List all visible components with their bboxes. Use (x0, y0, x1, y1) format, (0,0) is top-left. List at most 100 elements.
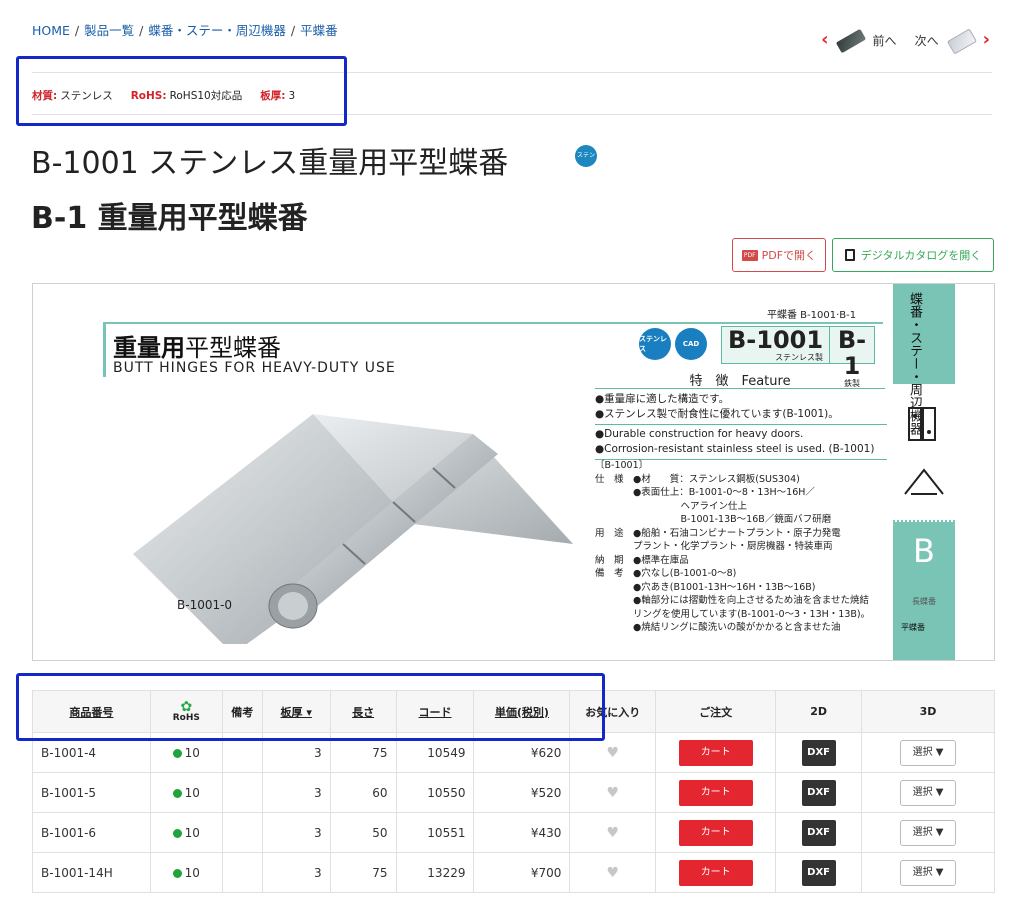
col-order: ご注文 (655, 690, 777, 733)
cell-3d: 選択 ▼ (861, 732, 995, 773)
cell-code: 10551 (395, 812, 475, 853)
cell-code: 13229 (395, 852, 475, 893)
3d-select-dropdown[interactable]: 選択 ▼ (900, 779, 957, 806)
heart-icon[interactable]: ♥ (607, 785, 620, 801)
breadcrumb-hinges[interactable]: 蝶番・ステー・周辺機器 (148, 23, 286, 38)
heart-icon[interactable]: ♥ (607, 825, 620, 841)
side-letter-b: B (913, 532, 935, 570)
cell-favorite: ♥ (569, 852, 657, 893)
cell-3d: 選択 ▼ (861, 812, 995, 853)
cell-2d: DXF (775, 852, 863, 893)
model-box-b1: B-1 鉄製 (829, 326, 875, 388)
heart-icon[interactable]: ♥ (607, 745, 620, 761)
col-2d: 2D (775, 690, 863, 733)
cell-rohs: 10 (149, 812, 223, 853)
cell-thickness: 3 (261, 812, 331, 853)
cell-price: ¥430 (473, 812, 571, 853)
cell-length: 75 (329, 852, 397, 893)
page-title: B-1001 ステンレス重量用平型蝶番 (31, 146, 509, 181)
dxf-download-button[interactable]: DXF (801, 859, 836, 886)
prev-product-thumbnail[interactable] (834, 28, 868, 52)
table-row: B-1001-5 10 3 60 10550 ¥520 ♥ カート DXF 選択… (32, 772, 995, 813)
cell-order: カート (655, 852, 777, 893)
cell-3d: 選択 ▼ (861, 772, 995, 813)
breadcrumb: HOME / 製品一覧 / 蝶番・ステー・周辺機器 / 平蝶番 (32, 23, 338, 38)
dxf-download-button[interactable]: DXF (801, 779, 836, 806)
cart-button[interactable]: カート (678, 819, 753, 846)
cell-2d: DXF (775, 812, 863, 853)
cell-price: ¥520 (473, 772, 571, 813)
cad-icon: CAD (675, 328, 707, 360)
cell-3d: 選択 ▼ (861, 852, 995, 893)
highlight-box-table-header (16, 673, 605, 741)
catalog-spec-text: 〔B-1001〕 仕 様 ●材 質：ステンレス鋼板(SUS304) ●表面仕上：… (595, 460, 871, 633)
highlight-box-specs (16, 56, 347, 126)
cell-price: ¥700 (473, 852, 571, 893)
cell-note (221, 852, 263, 893)
cell-length: 60 (329, 772, 397, 813)
dxf-download-button[interactable]: DXF (801, 739, 836, 766)
cell-note (221, 772, 263, 813)
catalog-side-index: 蝶番・ステー・周辺機器 B 長蝶番 平蝶番 (893, 284, 955, 660)
book-icon (844, 249, 855, 261)
cell-item: B-1001-14H (32, 852, 151, 893)
catalog-left-bar (103, 322, 106, 377)
table-row: B-1001-14H 10 3 75 13229 ¥700 ♥ カート DXF … (32, 852, 995, 893)
col-3d: 3D (861, 690, 995, 733)
cart-button[interactable]: カート (678, 859, 753, 886)
cell-order: カート (655, 812, 777, 853)
catalog-badges: ステンレス CAD (639, 328, 707, 360)
cell-2d: DXF (775, 732, 863, 773)
hinge-illustration (133, 414, 573, 644)
breadcrumb-home[interactable]: HOME (32, 23, 70, 38)
hinge-image-label: B-1001-0 (177, 598, 233, 612)
open-catalog-label: デジタルカタログを開く (860, 249, 982, 262)
rohs-dot-icon (172, 828, 182, 838)
cell-rohs: 10 (149, 772, 223, 813)
model-box-b1001: B-1001 ステンレス製 (721, 326, 831, 364)
catalog-page-image[interactable]: 平蝶番 B-1001·B-1 重量用平型蝶番 BUTT HINGES FOR H… (32, 283, 995, 661)
feature-heading: 特 徴 Feature (689, 374, 791, 389)
side-band (893, 284, 955, 384)
next-link[interactable]: 次へ (915, 32, 939, 49)
cart-button[interactable]: カート (678, 779, 753, 806)
cell-rohs: 10 (149, 852, 223, 893)
chevron-right-icon[interactable]: › (983, 31, 990, 49)
rohs-dot-icon (172, 788, 182, 798)
breadcrumb-products[interactable]: 製品一覧 (84, 23, 134, 38)
cell-order: カート (655, 732, 777, 773)
breadcrumb-flat-hinge[interactable]: 平蝶番 (300, 23, 338, 38)
heart-icon[interactable]: ♥ (607, 865, 620, 881)
next-product-thumbnail[interactable] (944, 28, 978, 52)
cell-note (221, 812, 263, 853)
cart-button[interactable]: カート (678, 739, 753, 766)
feature-bullets: ●重量扉に適した構造です。 ●ステンレス製で耐食性に優れています(B-1001)… (595, 392, 887, 462)
prev-link[interactable]: 前へ (873, 32, 897, 49)
feature-line (595, 388, 885, 389)
3d-select-dropdown[interactable]: 選択 ▼ (900, 739, 957, 766)
cell-item: B-1001-6 (32, 812, 151, 853)
side-long-hinge: 長蝶番 (912, 597, 936, 606)
cell-thickness: 3 (261, 772, 331, 813)
cell-order: カート (655, 772, 777, 813)
3d-select-dropdown[interactable]: 選択 ▼ (900, 859, 957, 886)
catalog-top-line (103, 322, 883, 324)
open-digital-catalog-button[interactable]: デジタルカタログを開く (832, 238, 994, 272)
rohs-dot-icon (172, 868, 182, 878)
table-row: B-1001-6 10 3 50 10551 ¥430 ♥ カート DXF 選択… (32, 812, 995, 853)
open-pdf-label: PDFで開く (761, 249, 817, 262)
3d-select-dropdown[interactable]: 選択 ▼ (900, 819, 957, 846)
side-flat-hinge: 平蝶番 (897, 618, 953, 658)
dxf-download-button[interactable]: DXF (801, 819, 836, 846)
open-pdf-button[interactable]: PDF PDFで開く (732, 238, 826, 272)
open-hinge-icon (904, 468, 944, 495)
cell-length: 50 (329, 812, 397, 853)
rohs-dot-icon (172, 748, 182, 758)
cell-favorite: ♥ (569, 812, 657, 853)
stainless-icon: ステンレス (639, 328, 671, 360)
page-subtitle: B-1 重量用平型蝶番 (31, 201, 308, 236)
chevron-left-icon[interactable]: ‹ (821, 31, 828, 49)
cell-item: B-1001-5 (32, 772, 151, 813)
cell-code: 10550 (395, 772, 475, 813)
cell-favorite: ♥ (569, 772, 657, 813)
